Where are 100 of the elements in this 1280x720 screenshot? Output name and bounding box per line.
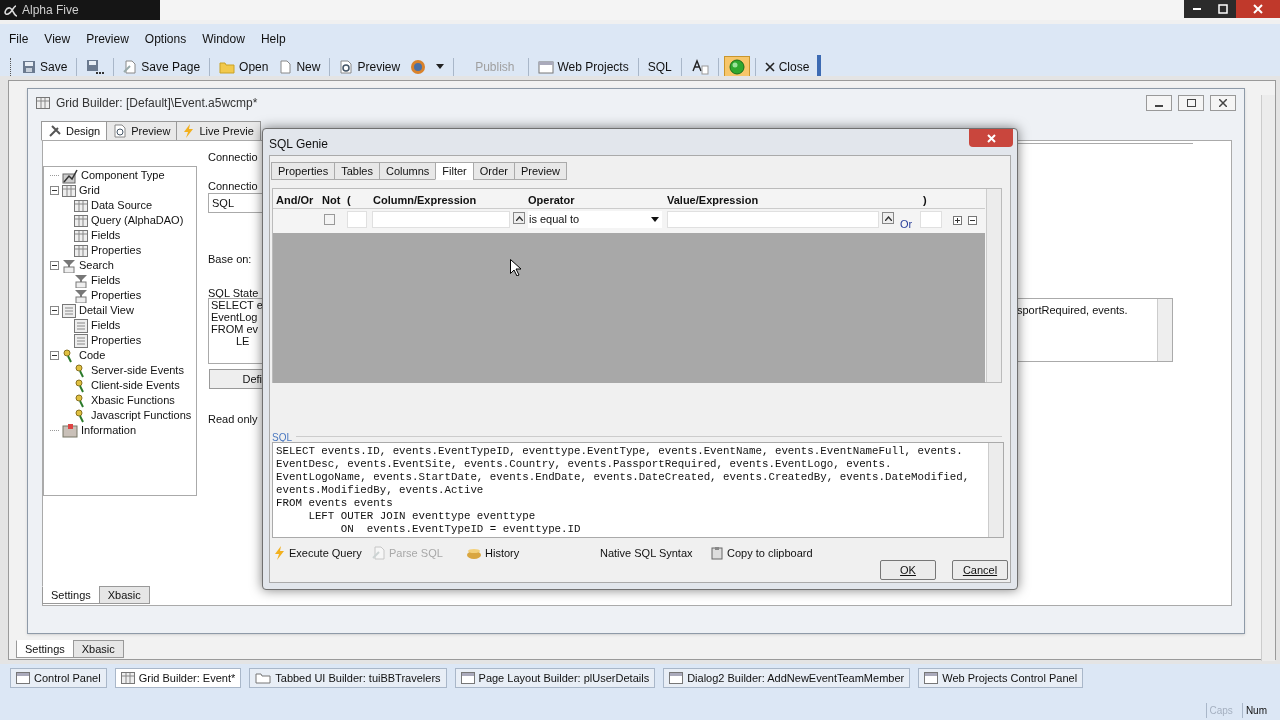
code-line: FROM events events <box>276 497 394 510</box>
toolbar-button[interactable]: Save Page <box>119 55 205 78</box>
toolbar-button[interactable]: SQL <box>643 55 676 78</box>
chevron-up-icon <box>515 215 523 221</box>
tab[interactable]: Xbasic <box>72 640 124 658</box>
collapse-toggle[interactable] <box>50 351 59 360</box>
tree-item[interactable]: Properties <box>91 287 142 304</box>
tree-item[interactable]: Information <box>81 422 137 439</box>
tree-item[interactable]: Fields <box>91 317 121 334</box>
tree-item[interactable]: Properties <box>91 242 142 259</box>
tree-item[interactable]: Client-side Events <box>91 377 180 394</box>
code-line: EventLogoName, events.StartDate, events.EndDate, events.DateCreated, events.CreatedBy, events.DateModified, <box>276 471 971 484</box>
maximize-button[interactable] <box>1178 95 1204 111</box>
taskbar-tab[interactable]: Tabbed UI Builder: tuiBBTravelers <box>249 668 447 688</box>
tree-item[interactable]: Javascript Functions <box>91 407 192 424</box>
toolbar-button[interactable]: Preview <box>335 55 405 78</box>
tab[interactable]: Preview <box>513 162 568 180</box>
minus-icon <box>52 188 57 193</box>
tree-item[interactable]: Fields <box>91 272 121 289</box>
expand-button[interactable] <box>513 212 525 224</box>
action-button[interactable]: Execute Query <box>274 545 362 562</box>
tab[interactable]: Order <box>472 162 515 180</box>
remove-button[interactable] <box>968 216 977 225</box>
input-field[interactable] <box>347 211 367 228</box>
filter-icon <box>74 273 88 288</box>
expand-button[interactable] <box>882 212 894 224</box>
tree-item[interactable]: Grid <box>79 182 100 199</box>
tree-item[interactable]: Xbasic Functions <box>91 392 175 409</box>
input-field[interactable] <box>667 211 879 228</box>
tree-item[interactable]: Detail View <box>79 302 134 319</box>
dialog-close-button[interactable] <box>969 129 1013 147</box>
caret-icon <box>651 217 659 222</box>
tree-item[interactable]: Properties <box>91 332 142 349</box>
tab[interactable]: Design <box>41 121 108 141</box>
tab[interactable]: Xbasic <box>98 586 150 604</box>
menu-item[interactable]: Options <box>144 30 187 48</box>
input-field[interactable] <box>920 211 942 228</box>
menu-item[interactable]: Help <box>260 30 286 48</box>
tab[interactable]: Properties <box>271 162 336 180</box>
document-icon <box>278 59 293 74</box>
ok-button[interactable]: OK <box>880 560 936 580</box>
sql-editor[interactable] <box>272 442 1004 538</box>
tree-item[interactable]: Server-side Events <box>91 362 184 379</box>
menu-item[interactable]: Window <box>202 30 245 48</box>
tree-item[interactable]: Code <box>79 347 106 364</box>
minimize-button[interactable] <box>1146 95 1172 111</box>
tree-item[interactable]: Component Type <box>81 167 165 184</box>
or-link[interactable]: Or <box>900 216 913 233</box>
taskbar-tab[interactable]: Web Projects Control Panel <box>918 668 1084 688</box>
code-line: ON events.EventTypeID = eventtype.ID <box>339 523 582 536</box>
app-minimize-button[interactable] <box>1184 0 1210 18</box>
toolbar-button[interactable]: Close <box>760 55 814 78</box>
tab[interactable]: Tables <box>334 162 380 180</box>
app-maximize-button[interactable] <box>1210 0 1236 18</box>
menu-item[interactable]: File <box>9 30 29 48</box>
taskbar-tab[interactable]: Control Panel <box>10 668 107 688</box>
column-header: ( <box>347 193 351 208</box>
form-icon <box>62 303 76 318</box>
toolbar-button[interactable]: Open <box>215 55 273 78</box>
collapse-toggle[interactable] <box>50 261 59 270</box>
toolbar-button[interactable]: Web Projects <box>533 55 633 78</box>
operator-dropdown[interactable]: is equal to <box>528 211 662 228</box>
checkbox[interactable] <box>324 214 335 225</box>
close-button[interactable] <box>1210 95 1236 111</box>
taskbar-tab[interactable]: Page Layout Builder: plUserDetails <box>454 668 656 688</box>
input-field[interactable] <box>372 211 510 228</box>
action-button[interactable]: History <box>466 545 520 562</box>
tab[interactable]: Live Previe <box>176 121 261 141</box>
tree-item[interactable]: Search <box>79 257 114 274</box>
tab[interactable]: Filter <box>435 162 474 180</box>
add-button[interactable] <box>953 216 962 225</box>
tree-item[interactable]: Data Source <box>91 197 153 214</box>
window-title: Grid Builder: [Default]\Event.a5wcmp* <box>56 95 258 112</box>
window-icon <box>537 59 554 74</box>
action-button[interactable]: Copy to clipboard <box>710 545 813 562</box>
tab[interactable]: Settings <box>42 586 100 604</box>
tab[interactable]: Columns <box>378 162 437 180</box>
tab[interactable]: Preview <box>106 121 178 141</box>
search-icon <box>339 59 354 74</box>
tree-item[interactable]: Fields <box>91 227 121 244</box>
collapse-toggle[interactable] <box>50 306 59 315</box>
app-close-button[interactable] <box>1236 0 1280 18</box>
column-header: Not <box>322 193 341 208</box>
code-line: events.ModifiedBy, events.Active <box>276 484 485 497</box>
menu-item[interactable]: View <box>44 30 71 48</box>
collapse-toggle[interactable] <box>50 186 59 195</box>
cancel-button[interactable]: Cancel <box>952 560 1008 580</box>
code-line: LEFT OUTER JOIN eventtype eventtype <box>307 510 537 523</box>
folder-icon <box>255 672 272 684</box>
taskbar-tab[interactable]: Dialog2 Builder: AddNewEventTeamMember <box>663 668 911 688</box>
action-button[interactable]: Native SQL Syntax <box>600 545 693 562</box>
filter-icon <box>62 258 76 273</box>
font-icon <box>690 57 709 76</box>
toolbar-button[interactable]: New <box>274 55 325 78</box>
mouse-cursor-icon <box>510 259 521 276</box>
taskbar-tab[interactable]: Grid Builder: Event* <box>114 668 242 688</box>
tab[interactable]: Settings <box>16 640 74 658</box>
tree-item[interactable]: Query (AlphaDAO) <box>91 212 184 229</box>
menu-item[interactable]: Preview <box>86 30 129 48</box>
page-icon <box>123 59 138 74</box>
